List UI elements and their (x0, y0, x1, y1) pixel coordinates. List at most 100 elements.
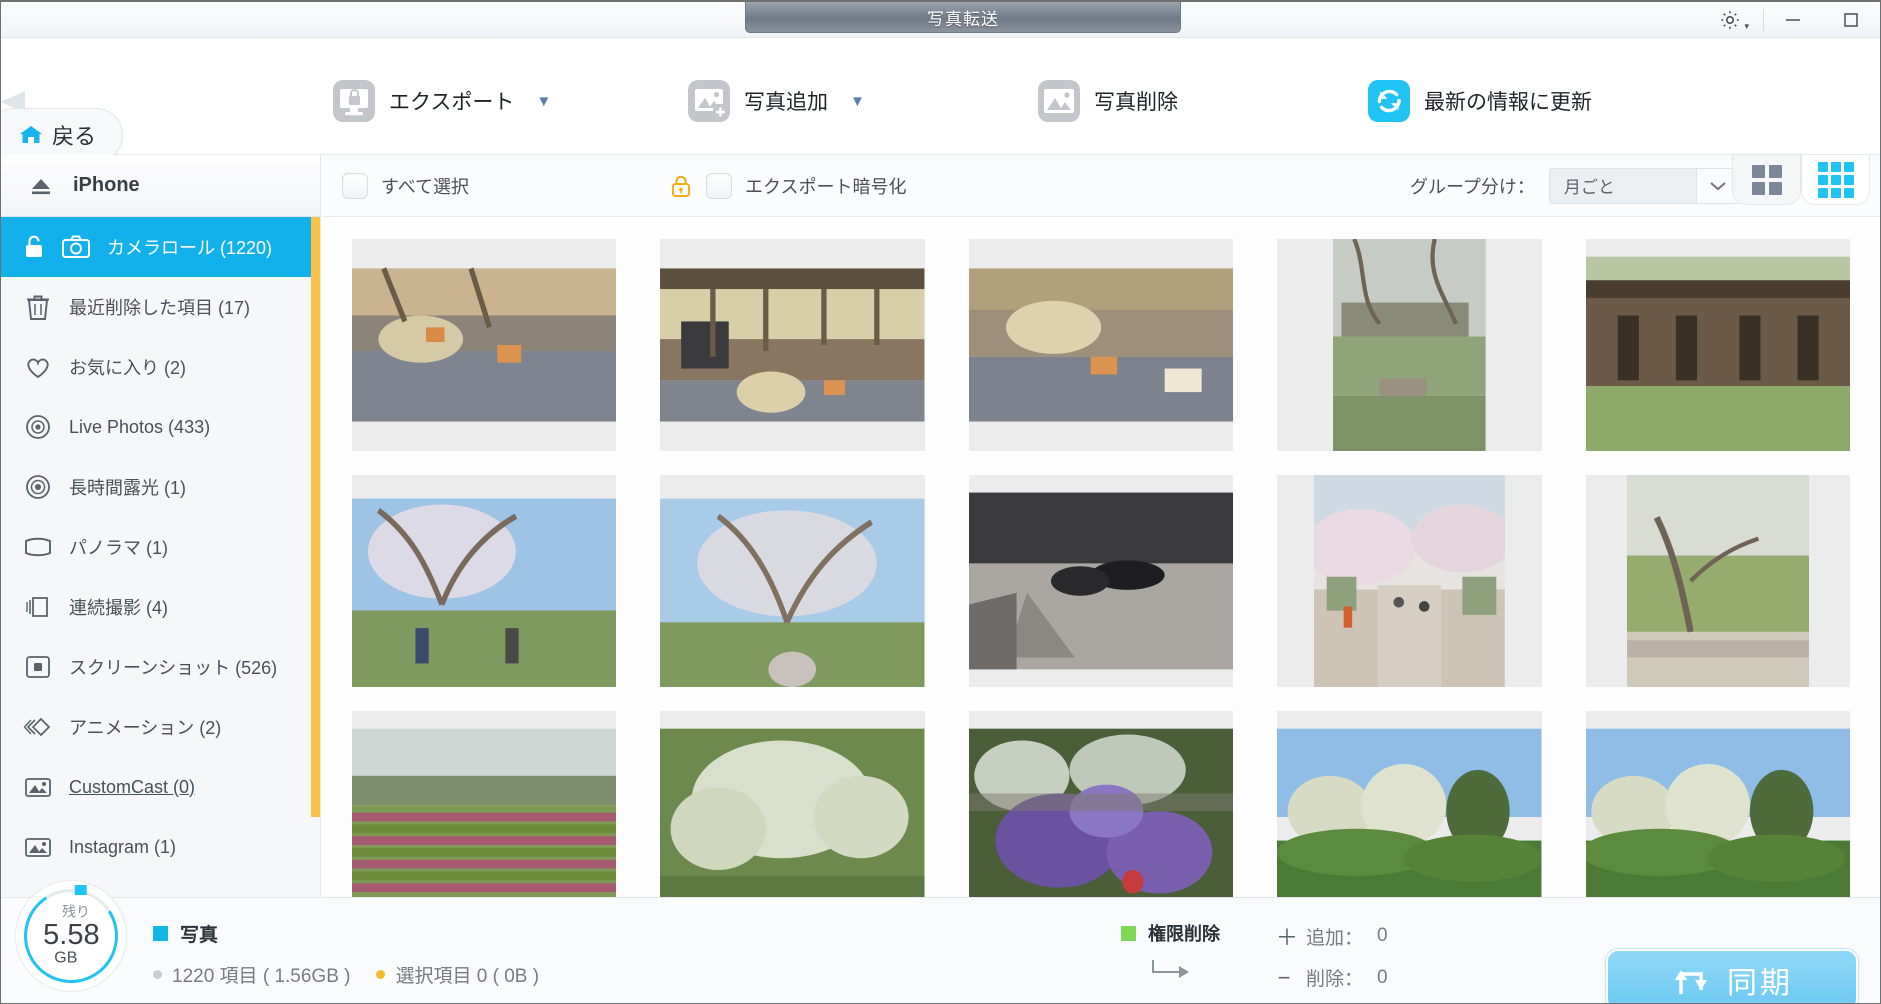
permissions-block: 権限削除 (1121, 920, 1220, 985)
export-caret-icon[interactable]: ▼ (536, 93, 551, 110)
heart-icon (27, 358, 49, 379)
sidebar-item-customcast[interactable]: CustomCast (0) (1, 757, 320, 817)
photo-thumbnail[interactable] (352, 711, 617, 897)
home-icon (20, 126, 42, 143)
photo-thumbnail[interactable] (1585, 239, 1850, 451)
photo-thumbnail[interactable] (1585, 711, 1850, 897)
toolbar: 戻る エクスポート ▼ 写真追加 ▼ 写真削除 最新の情報に更新 (1, 39, 1880, 162)
device-row[interactable]: iPhone (1, 155, 320, 217)
photo-thumbnail[interactable] (660, 475, 925, 687)
photo-image (1585, 239, 1850, 451)
sidebar-item-long-exposure[interactable]: 長時間露光 (1) (1, 457, 320, 517)
sidebar-scrollbar[interactable] (311, 217, 320, 817)
photo-image (1313, 475, 1505, 687)
photo-thumbnail[interactable] (968, 475, 1234, 687)
sync-button[interactable]: 同期 (1606, 949, 1858, 1003)
burst-icon (26, 597, 48, 617)
sidebar-item-label: アニメーション (2) (69, 718, 222, 738)
sidebar-item-live-photos[interactable]: Live Photos (433) (1, 397, 320, 457)
photo-image (352, 475, 617, 687)
maximize-button[interactable] (1822, 3, 1880, 38)
encrypt-export-control[interactable]: エクスポート暗号化 (669, 172, 907, 199)
sidebar: iPhone カメラロール (1220) 最近削除した項目 (17) お気に入り… (1, 155, 321, 897)
content-area: すべて選択 エクスポート暗号化 グループ分け： 月ごと (322, 155, 1880, 897)
legend-title: 写真 (180, 925, 219, 946)
encrypt-export-checkbox[interactable] (706, 172, 733, 199)
add-count-label: 追加： (1306, 927, 1364, 949)
view-small-grid-button[interactable] (1801, 155, 1870, 205)
photo-thumbnail[interactable] (352, 475, 617, 687)
album-icon (25, 778, 51, 797)
storage-unit: GB (54, 949, 78, 967)
photo-thumbnail[interactable] (1277, 475, 1542, 687)
group-by-select[interactable]: 月ごと (1548, 167, 1741, 204)
minimize-button[interactable] (1764, 3, 1822, 38)
permissions-title: 権限削除 (1148, 924, 1220, 944)
photo-thumbnail[interactable] (352, 239, 617, 451)
delete-count-value: 0 (1377, 966, 1388, 988)
grid-2x2-icon (1751, 164, 1782, 195)
add-count-value: 0 (1377, 925, 1388, 946)
permissions-arrow-row (1121, 958, 1220, 985)
unlock-icon (26, 235, 42, 257)
select-all-checkbox[interactable] (342, 172, 368, 199)
storage-ring-cap (74, 885, 87, 896)
lock-icon (672, 175, 691, 197)
select-all-control[interactable]: すべて選択 (342, 172, 469, 199)
photo-grid (352, 239, 1850, 897)
photo-thumbnail[interactable] (968, 711, 1234, 897)
live-photo-icon (26, 415, 50, 439)
encrypt-export-label: エクスポート暗号化 (745, 176, 907, 197)
sidebar-item-screenshots[interactable]: スクリーンショット (526) (1, 637, 320, 697)
sidebar-item-label: スクリーンショット (526) (69, 658, 278, 678)
photo-image (352, 239, 617, 451)
sidebar-item-favorites[interactable]: お気に入り (2) (1, 337, 320, 397)
group-by-control: グループ分け： 月ごと (1410, 167, 1741, 204)
legend-items: 1220 項目 ( 1.56GB ) 選択項目 0 ( 0B ) (153, 961, 539, 988)
sidebar-item-camera-roll[interactable]: カメラロール (1220) (1, 217, 320, 277)
photo-thumbnail[interactable] (1277, 239, 1542, 451)
sidebar-item-instagram[interactable]: Instagram (1) (1, 817, 320, 877)
photo-image (1626, 475, 1809, 687)
settings-button[interactable]: ▾ (1697, 3, 1763, 38)
back-button-wrap: 戻る (1, 108, 124, 162)
sidebar-item-recently-deleted[interactable]: 最近削除した項目 (17) (1, 277, 320, 337)
status-bar: 残り 5.58 GB 写真 1220 項目 ( 1.56GB ) 選択項目 0 … (1, 880, 1880, 1003)
photo-grid-area[interactable] (322, 217, 1880, 897)
sidebar-item-label: 長時間露光 (1) (69, 478, 186, 498)
add-photo-caret-icon[interactable]: ▼ (850, 93, 865, 110)
sidebar-item-panorama[interactable]: パノラマ (1) (1, 517, 320, 577)
add-photo-button[interactable]: 写真追加 ▼ (686, 70, 865, 132)
delete-photo-button[interactable]: 写真削除 (1036, 70, 1178, 132)
legend-item-text: 選択項目 0 ( 0B ) (395, 966, 540, 987)
back-button[interactable]: 戻る (1, 108, 124, 162)
minus-icon: − (1277, 964, 1291, 990)
photo-image (352, 711, 617, 897)
panorama-icon (25, 537, 51, 557)
toolbar-buttons: エクスポート ▼ 写真追加 ▼ 写真削除 最新の情報に更新 (331, 39, 1880, 155)
export-monitor-lock-icon (333, 80, 375, 122)
refresh-button[interactable]: 最新の情報に更新 (1366, 70, 1592, 132)
sidebar-item-animation[interactable]: アニメーション (2) (1, 697, 320, 757)
sidebar-item-label: Instagram (1) (69, 836, 177, 857)
photo-image (968, 475, 1234, 687)
permissions-title-row: 権限削除 (1121, 920, 1220, 946)
photo-thumbnail[interactable] (968, 239, 1234, 451)
add-photo-icon (688, 80, 730, 122)
view-large-grid-button[interactable] (1732, 155, 1801, 205)
export-button[interactable]: エクスポート ▼ (331, 70, 551, 132)
photo-thumbnail[interactable] (1277, 711, 1542, 897)
photos-color-swatch (153, 926, 168, 941)
storage-ring: 残り 5.58 GB (15, 880, 127, 992)
photo-thumbnail[interactable] (660, 711, 925, 897)
add-count-row: ＋ 追加： 0 (1276, 920, 1388, 952)
photo-image (968, 711, 1234, 897)
photo-image (660, 239, 925, 451)
sidebar-item-burst[interactable]: 連続撮影 (4) (1, 577, 320, 637)
legend-item-text: 1220 項目 ( 1.56GB ) (172, 966, 351, 987)
photo-thumbnail[interactable] (1585, 475, 1850, 687)
device-name: iPhone (73, 174, 140, 196)
refresh-label: 最新の情報に更新 (1424, 91, 1592, 114)
photo-thumbnail[interactable] (660, 239, 925, 451)
back-button-label: 戻る (52, 124, 97, 149)
